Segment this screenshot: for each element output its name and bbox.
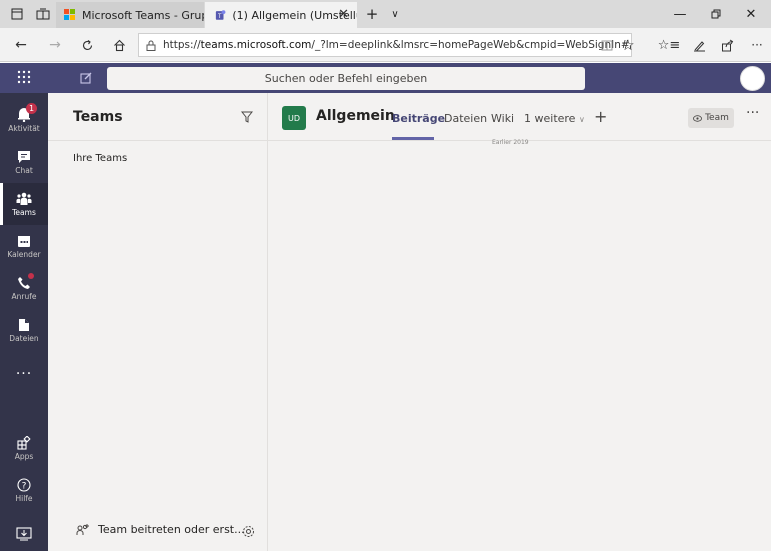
compose-icon[interactable]	[80, 71, 93, 87]
channel-area: UD Allgemein Beiträge Dateien Wiki 1 wei…	[268, 93, 771, 551]
appbar-label: Apps	[14, 451, 34, 461]
new-tab-button[interactable]: +	[360, 0, 384, 28]
tab-beitraege[interactable]: Beiträge	[392, 112, 445, 125]
favorites-hub-icon[interactable]: ☆≡	[654, 28, 684, 62]
appbar-item-apps[interactable]: Apps	[0, 427, 48, 469]
pen-icon[interactable]	[684, 28, 714, 62]
activity-badge: 1	[26, 103, 37, 114]
appbar-label: Chat	[15, 165, 33, 175]
address-field[interactable]: https://teams.microsoft.com/_?lm=deeplin…	[138, 33, 632, 57]
close-window-icon[interactable]: ✕	[731, 0, 771, 28]
calendar-icon	[18, 235, 30, 247]
browser-tab-teams-groups[interactable]: Microsoft Teams - Gruppen	[56, 2, 204, 28]
url-host: teams.microsoft.com	[200, 39, 312, 51]
tab-wiki[interactable]: Wiki	[491, 112, 514, 125]
appbar-item-download[interactable]	[0, 513, 48, 551]
appbar-label: Kalender	[7, 249, 41, 259]
filter-icon[interactable]	[238, 108, 256, 126]
url-path: /_?lm=deeplink&lmsrc=homePageWeb&cmpid=W…	[311, 39, 631, 51]
close-tab-icon[interactable]: ✕	[338, 7, 349, 22]
more-menu-icon[interactable]: ···	[742, 28, 771, 62]
appbar-label: Hilfe	[15, 493, 33, 503]
appbar-item-calendar[interactable]: Kalender	[0, 225, 48, 267]
appbar-more[interactable]: ...	[0, 349, 48, 391]
avatar[interactable]	[740, 66, 765, 91]
teams-panel-header: Teams	[48, 93, 268, 141]
home-icon[interactable]	[104, 28, 134, 62]
team-avatar[interactable]: UD	[282, 106, 306, 130]
channel-header: UD Allgemein Beiträge Dateien Wiki 1 wei…	[268, 93, 771, 141]
appbar-item-files[interactable]: Dateien	[0, 309, 48, 351]
url-prefix: https://	[163, 39, 201, 51]
share-icon[interactable]	[712, 28, 742, 62]
join-team-icon	[76, 523, 89, 535]
browser-addressbar: ← → https://teams.microsoft.com/_?lm=dee…	[0, 28, 771, 62]
active-tab-indicator	[392, 137, 434, 140]
browser-tab-allgemein[interactable]: T (1) Allgemein (Umstellu ✕	[205, 2, 357, 28]
more-options-icon[interactable]: ···	[746, 105, 759, 121]
microsoft-logo-icon	[64, 9, 76, 21]
your-teams-heading: Ihre Teams	[73, 153, 128, 164]
date-divider: Earlier 2019	[492, 139, 529, 146]
appbar-item-activity[interactable]: 1 Aktivität	[0, 99, 48, 141]
search-input[interactable]: Suchen oder Befehl eingeben	[107, 67, 585, 90]
refresh-icon[interactable]	[72, 28, 102, 62]
browser-titlebar: Microsoft Teams - Gruppen T (1) Allgemei…	[0, 0, 771, 28]
tab-dateien[interactable]: Dateien	[444, 112, 487, 125]
join-team-label: Team beitreten oder erst...	[98, 523, 245, 536]
teams-favicon-icon: T	[215, 10, 226, 20]
download-app-icon	[16, 527, 32, 541]
tab-more-label: 1 weitere	[524, 112, 576, 125]
svg-text:?: ?	[22, 481, 27, 491]
tab-list-chevron-icon[interactable]: ∨	[385, 0, 405, 28]
app-bar: 1 Aktivität Chat Teams Kalender Anrufe D…	[0, 93, 48, 551]
appbar-label: Anrufe	[11, 291, 37, 301]
teams-panel-title: Teams	[73, 109, 123, 125]
appbar-item-teams[interactable]: Teams	[0, 183, 48, 225]
appbar-label: Aktivität	[8, 124, 40, 133]
url-text: https://teams.microsoft.com/_?lm=deeplin…	[163, 39, 631, 51]
teams-top-bar: Suchen oder Befehl eingeben	[0, 63, 771, 93]
tab-more[interactable]: 1 weitere ∨	[524, 112, 585, 125]
team-button[interactable]: Team	[688, 108, 734, 128]
chat-icon	[18, 150, 30, 163]
appbar-item-chat[interactable]: Chat	[0, 141, 48, 183]
apps-icon	[17, 435, 31, 450]
restore-icon[interactable]	[696, 0, 736, 28]
eye-icon	[693, 114, 702, 122]
favorite-star-icon[interactable]: ☆	[613, 28, 643, 62]
forward-icon[interactable]: →	[40, 28, 70, 62]
join-or-create-team-button[interactable]: Team beitreten oder erst...	[76, 523, 245, 536]
calls-badge-dot	[28, 273, 34, 279]
appbar-item-calls[interactable]: Anrufe	[0, 267, 48, 309]
tab-preview-icon[interactable]	[32, 0, 54, 28]
back-icon[interactable]: ←	[6, 28, 36, 62]
appbar-label: Dateien	[9, 333, 39, 343]
gear-icon[interactable]	[242, 525, 255, 541]
lock-icon	[146, 40, 156, 51]
channel-title: Allgemein	[316, 108, 395, 124]
tab-actions-icon[interactable]	[6, 0, 28, 28]
appbar-label: Teams	[12, 207, 36, 217]
app-launcher-icon[interactable]	[17, 70, 31, 87]
teams-icon	[16, 192, 32, 205]
minimize-icon[interactable]: —	[660, 0, 700, 28]
tab-title: Microsoft Teams - Gruppen	[82, 8, 204, 22]
svg-text:T: T	[217, 14, 222, 20]
teams-list-panel: Teams Ihre Teams Team beitreten oder ers…	[48, 93, 268, 551]
appbar-item-help[interactable]: ? Hilfe	[0, 469, 48, 511]
add-tab-button[interactable]: +	[594, 107, 607, 126]
file-icon	[19, 318, 29, 331]
chevron-down-icon: ∨	[578, 115, 585, 124]
team-button-label: Team	[705, 113, 729, 123]
help-icon: ?	[17, 477, 31, 492]
search-placeholder: Suchen oder Befehl eingeben	[264, 72, 428, 85]
